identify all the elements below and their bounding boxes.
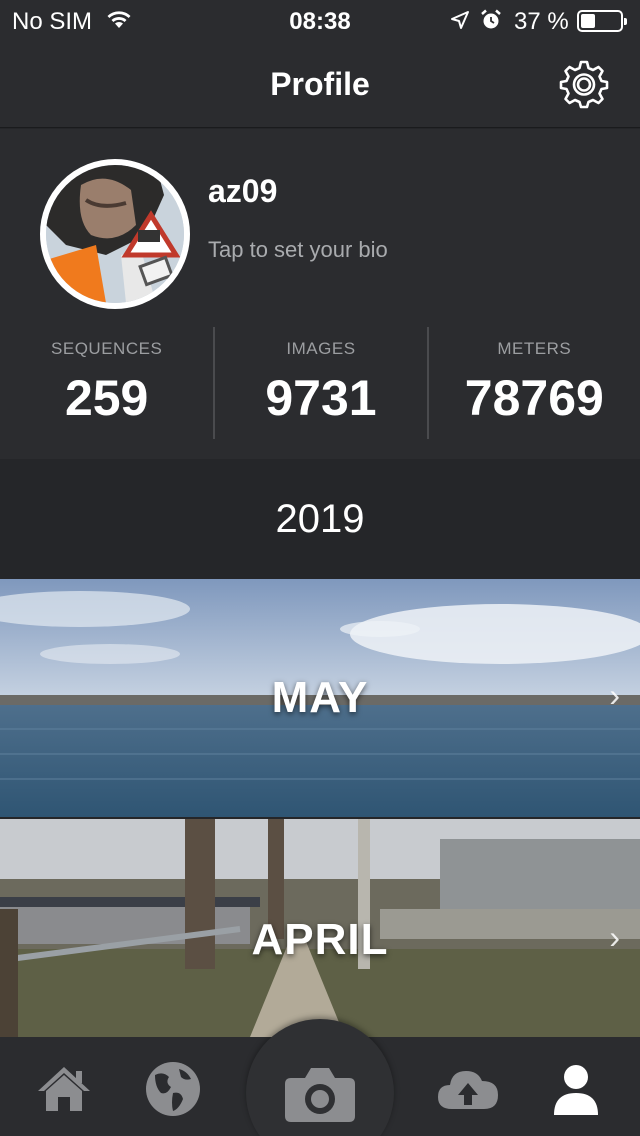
tab-bar — [0, 1019, 640, 1136]
stat-label: IMAGES — [286, 339, 356, 358]
user-icon — [554, 1065, 598, 1115]
globe-icon — [146, 1062, 200, 1116]
stat-images: IMAGES 9731 — [213, 327, 426, 439]
camera-icon — [285, 1068, 355, 1122]
month-card-april[interactable]: APRIL › — [0, 819, 640, 1037]
capture-button[interactable] — [246, 1019, 394, 1136]
stats-row: SEQUENCES 259 IMAGES 9731 METERS 78769 — [0, 327, 640, 439]
stat-value: 9731 — [265, 370, 377, 426]
tab-explore[interactable] — [143, 1059, 203, 1119]
stat-label: SEQUENCES — [51, 339, 163, 358]
alarm-clock-icon — [480, 9, 502, 36]
stat-label: METERS — [497, 339, 572, 358]
profile-card: az09 Tap to set your bio SEQUENCES 259 I… — [0, 129, 640, 459]
avatar[interactable] — [40, 159, 190, 309]
battery-percent: 37 % — [514, 8, 569, 35]
stat-value: 78769 — [464, 370, 604, 426]
nav-bar: Profile — [0, 44, 640, 128]
battery-icon — [577, 10, 627, 32]
stat-meters: METERS 78769 — [426, 327, 640, 439]
tab-profile[interactable] — [546, 1059, 606, 1119]
username: az09 — [208, 173, 278, 209]
month-card-may[interactable]: MAY › — [0, 579, 640, 817]
year-header: 2019 — [0, 459, 640, 579]
chevron-right-icon: › — [609, 677, 620, 713]
page-title: Profile — [270, 66, 370, 102]
chevron-right-icon: › — [609, 919, 620, 955]
stat-sequences: SEQUENCES 259 — [0, 327, 213, 439]
bio-placeholder[interactable]: Tap to set your bio — [208, 237, 388, 263]
tab-upload[interactable] — [436, 1059, 498, 1119]
status-bar: No SIM 08:38 37 % — [0, 0, 640, 44]
location-arrow-icon — [450, 10, 470, 35]
month-label: APRIL — [251, 915, 389, 964]
stat-value: 259 — [64, 370, 149, 426]
settings-gear-icon[interactable] — [559, 59, 609, 109]
home-icon — [38, 1067, 90, 1111]
tab-home[interactable] — [34, 1059, 94, 1119]
battery-fill — [581, 14, 595, 28]
year-label: 2019 — [275, 497, 365, 541]
cloud-upload-icon — [438, 1071, 498, 1109]
month-label: MAY — [271, 673, 369, 722]
